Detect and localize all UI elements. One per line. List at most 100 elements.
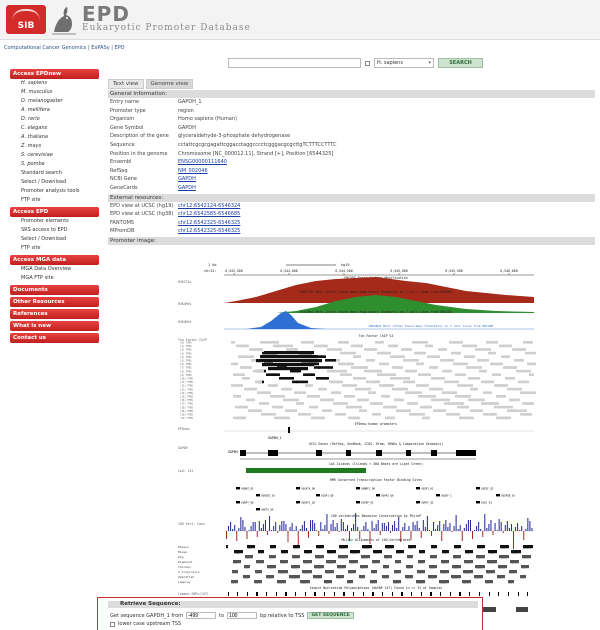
- external-link[interactable]: chr12:6542325-6546325: [178, 227, 240, 236]
- conservation-bar: [336, 523, 338, 531]
- tf-peak-strong: [264, 351, 314, 355]
- tf-peak: [466, 366, 471, 369]
- breadcrumb-item[interactable]: EPD: [115, 45, 125, 51]
- conservation-bar: [312, 520, 314, 531]
- track-title: UCSC Genes (RefSeq, GenBank, CCDS, Rfam,…: [309, 442, 443, 446]
- conservation-bar: [277, 531, 279, 533]
- sidebar-section-header[interactable]: Access EPD: [10, 207, 99, 217]
- external-link[interactable]: chr12:6542124-6546324: [178, 202, 240, 211]
- alignment-block: [373, 550, 380, 554]
- breadcrumb-item[interactable]: ExPASy: [91, 45, 109, 51]
- sidebar-item[interactable]: S. cerevisiae: [10, 151, 99, 160]
- alignment-block: [510, 560, 517, 564]
- tf-peak: [398, 377, 410, 380]
- tf-peak: [279, 377, 283, 380]
- tf-peak: [287, 398, 299, 402]
- info-link[interactable]: ENSG00000111640: [178, 158, 227, 167]
- tf-peak: [477, 359, 487, 362]
- tf-peak: [396, 409, 400, 412]
- species-select[interactable]: H. sapiens: [374, 58, 434, 68]
- external-row: MPromDB chr12:6542325-6546325: [108, 227, 595, 236]
- external-link[interactable]: chr12:6542585-6546685: [178, 210, 240, 219]
- sidebar-item[interactable]: D. melanogaster: [10, 97, 99, 106]
- info-row: GeneCards GAPDH: [108, 184, 595, 193]
- gene-label: GAPDH: [228, 450, 238, 454]
- tab-text-view[interactable]: Text view: [108, 79, 144, 89]
- sidebar-item[interactable]: S. pombe: [10, 160, 99, 169]
- info-link[interactable]: GAPDH: [178, 184, 196, 193]
- sidebar-item[interactable]: Promoter analysis tools: [10, 187, 99, 196]
- from-input[interactable]: [186, 612, 217, 619]
- search-button[interactable]: SEARCH: [438, 58, 483, 68]
- sidebar-section-header[interactable]: Contact us: [10, 333, 99, 343]
- get-sequence-button[interactable]: GET SEQUENCE: [307, 612, 354, 619]
- tab-genome-view[interactable]: Genome view: [145, 79, 194, 89]
- tf-peak: [278, 416, 290, 420]
- info-link[interactable]: GAPDH: [178, 175, 196, 184]
- search-checkbox[interactable]: [365, 60, 370, 66]
- alignment-block: [254, 580, 258, 584]
- sib-logo[interactable]: SIB: [6, 5, 46, 34]
- tf-peak: [348, 416, 358, 420]
- alignment-block: [327, 550, 332, 554]
- sidebar-item[interactable]: H. sapiens: [10, 79, 99, 88]
- to-label: to: [219, 612, 225, 619]
- sidebar-item[interactable]: MGA FTP site: [10, 274, 99, 283]
- tf-peak: [353, 377, 362, 380]
- sidebar-section-header[interactable]: Documents: [10, 285, 99, 295]
- sidebar-item[interactable]: SRS access to EPD: [10, 226, 99, 235]
- conservation-bar: [248, 530, 250, 531]
- sidebar-section-header[interactable]: Other Resources: [10, 297, 99, 307]
- external-resources-table: EPD view at UCSC (hg19) chr12:6542124-654…: [108, 202, 595, 236]
- conservation-bar: [365, 522, 367, 531]
- tf-peak: [433, 409, 444, 412]
- to-input[interactable]: [227, 612, 258, 619]
- conservation-bar: [230, 522, 232, 531]
- sidebar-item[interactable]: Z. mays: [10, 142, 99, 151]
- sidebar-item[interactable]: FTP site: [10, 244, 99, 253]
- alignment-block: [523, 545, 529, 549]
- tf-peak: [468, 377, 478, 380]
- sidebar-section-header[interactable]: References: [10, 309, 99, 319]
- snp-mark: [421, 592, 422, 596]
- alignment-block: [232, 570, 234, 574]
- tf-peak: [481, 402, 486, 405]
- conservation-bar: [418, 528, 420, 531]
- main-content: Text view Genome view General informatio…: [108, 79, 595, 245]
- alignment-block: [300, 580, 306, 584]
- tf-peak: [274, 395, 285, 398]
- external-link[interactable]: chr12:6542325-6546325: [178, 219, 240, 228]
- sidebar-item[interactable]: Select / Download: [10, 235, 99, 244]
- snp-mark: [460, 592, 461, 596]
- sidebar-item[interactable]: A. thaliana: [10, 133, 99, 142]
- sidebar-item[interactable]: Standard search: [10, 169, 99, 178]
- sidebar-item[interactable]: A. mellifera: [10, 106, 99, 115]
- tf-peak: [479, 369, 485, 373]
- sidebar-section-header[interactable]: Access MGA data: [10, 255, 99, 265]
- breadcrumb-item[interactable]: Computational Cancer Genomics: [4, 45, 86, 51]
- repeat-block: [516, 607, 528, 612]
- sidebar-item[interactable]: D. rerio: [10, 115, 99, 124]
- info-link[interactable]: NM_002046: [178, 167, 208, 176]
- sidebar-item[interactable]: MGA Data Overview: [10, 265, 99, 274]
- alignment-block: [408, 545, 416, 549]
- sidebar-section-header[interactable]: What is new: [10, 321, 99, 331]
- snp-mark: [401, 592, 402, 596]
- tf-peak: [296, 380, 308, 384]
- alignment-block: [289, 575, 294, 579]
- alignment-block: [384, 555, 392, 559]
- sidebar-item[interactable]: FTP site: [10, 196, 99, 205]
- sidebar-item[interactable]: Promoter elements: [10, 217, 99, 226]
- tf-peak: [331, 348, 342, 351]
- tfbs-label: V$SP1_Q6: [321, 493, 334, 497]
- tf-peak: [485, 402, 497, 405]
- search-input[interactable]: [228, 58, 361, 68]
- sidebar-section-header[interactable]: Access EPDnew: [10, 69, 99, 79]
- sidebar-item[interactable]: C. elegans: [10, 124, 99, 133]
- alignment-block: [361, 555, 368, 559]
- snp-mark: [382, 592, 383, 596]
- sidebar-item[interactable]: Select / Download: [10, 178, 99, 187]
- lowercase-checkbox[interactable]: [110, 621, 115, 627]
- sidebar-item[interactable]: M. musculus: [10, 88, 99, 97]
- conservation-bar: [422, 520, 424, 531]
